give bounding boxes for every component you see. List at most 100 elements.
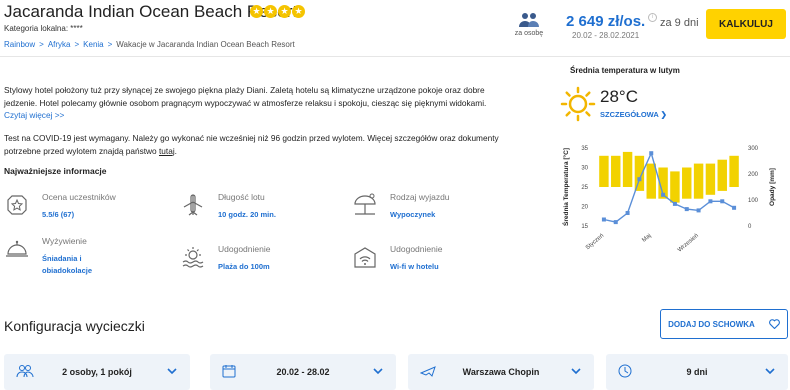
breadcrumb-separator: > [74, 40, 80, 49]
feature-label: Udogodnienie [218, 244, 271, 254]
y-right-tick-label: 0 [748, 224, 752, 230]
star-icon: ★ [264, 5, 277, 18]
weather-details-link[interactable]: SZCZEGÓŁOWA ❯ [600, 110, 667, 119]
food-cloche-icon [6, 240, 28, 257]
covid-info: Test na COVID-19 jest wymagany. Należy g… [4, 132, 514, 157]
chevron-right-icon: ❯ [660, 110, 667, 119]
y-right-tick-label: 300 [748, 146, 759, 152]
filter-travelers[interactable]: 2 osoby, 1 pokój [4, 354, 190, 390]
covid-end: . [174, 145, 177, 156]
add-to-favorites-button[interactable]: DODAJ DO SCHOWKA [660, 309, 788, 339]
temperature-bar [682, 167, 692, 199]
x-tick-label: Maj [641, 233, 652, 244]
precipitation-point [696, 208, 701, 213]
precipitation-point [720, 199, 725, 204]
feature-trip-type: Rodzaj wyjazdu Wypoczynek [352, 192, 522, 228]
filter-dates[interactable]: 20.02 - 28.02 [210, 354, 396, 390]
config-title: Konfiguracja wycieczki [4, 318, 145, 334]
per-person-label: za osobę [514, 30, 544, 37]
feature-flight: Długość lotu 10 godz. 20 min. [180, 192, 350, 228]
filter-departure[interactable]: Warszawa Chopin [408, 354, 594, 390]
covid-link[interactable]: tutaj [159, 146, 175, 156]
y-tick-label: 35 [581, 146, 588, 152]
feature-value: Wi-fi w hotelu [390, 262, 439, 271]
filter-value: 2 osoby, 1 pokój [62, 367, 132, 377]
temperature-bar [729, 155, 739, 187]
info-icon[interactable]: i [648, 13, 658, 22]
beach-umbrella-icon [354, 193, 376, 215]
price: 2 649 zł/os. i [566, 13, 658, 30]
star-icon: ★ [250, 5, 263, 18]
star-icon: ★ [292, 5, 305, 18]
page: Jacaranda Indian Ocean Beach Resort ★ ★ ★ ★… [0, 0, 790, 390]
add-to-favorites-label: DODAJ DO SCHOWKA [668, 319, 755, 329]
breadcrumb-kenia[interactable]: Kenia [83, 40, 103, 49]
star-icon: ★ [278, 5, 291, 18]
temperature-bar [670, 171, 680, 203]
breadcrumb-separator: > [107, 40, 113, 49]
chevron-down-icon [373, 368, 383, 375]
x-tick-label: Wrzesień [677, 233, 700, 254]
heart-icon [768, 319, 780, 329]
chevron-down-icon [765, 368, 775, 375]
read-more-link[interactable]: Czytaj więcej >> [4, 110, 64, 120]
feature-value: 10 godz. 20 min. [218, 210, 276, 219]
y-axis-label: Średnia Temperatura [°C] [561, 148, 570, 226]
filter-value: 20.02 - 28.02 [276, 367, 330, 377]
key-info-title: Najważniejsze informacje [4, 166, 107, 176]
feature-rating: Ocena uczestników 5.5/6 (67) [4, 192, 174, 228]
feature-label: Ocena uczestników [42, 192, 116, 202]
description-text: Stylowy hotel położony tuż przy słynącej… [4, 85, 487, 108]
star-rating: ★ ★ ★ ★ [250, 5, 305, 18]
y-right-tick-label: 200 [748, 172, 759, 178]
y-tick-label: 20 [581, 205, 588, 211]
hotel-category: Kategoria lokalna: **** [4, 24, 83, 33]
feature-label: Rodzaj wyjazdu [390, 192, 450, 202]
precipitation-point [601, 217, 606, 222]
feature-beach: Udogodnienie Plaża do 100m [180, 244, 350, 280]
chevron-down-icon [571, 368, 581, 375]
temperature-bar [693, 163, 704, 199]
feature-value: Wypoczynek [390, 210, 436, 219]
y-tick-label: 25 [581, 185, 588, 191]
temperature-bar [717, 159, 727, 191]
precipitation-point [708, 199, 713, 204]
feature-value: Plaża do 100m [218, 262, 270, 271]
breadcrumb-rainbow[interactable]: Rainbow [4, 40, 35, 49]
temperature-bar [611, 155, 621, 187]
feature-board: Wyżywienie Śniadania i obiadokolacje [4, 236, 174, 278]
y-tick-label: 15 [581, 224, 588, 230]
wifi-icon [354, 247, 376, 268]
feature-value[interactable]: 5.5/6 (67) [42, 209, 74, 221]
beach-sun-icon [182, 247, 204, 268]
breadcrumb-afryka[interactable]: Afryka [48, 40, 71, 49]
feature-wifi: Udogodnienie Wi-fi w hotelu [352, 244, 522, 280]
hotel-description: Stylowy hotel położony tuż przy słynącej… [4, 84, 514, 122]
price-dates: 20.02 - 28.02.2021 [572, 31, 640, 40]
filter-duration[interactable]: 9 dni [606, 354, 788, 390]
precipitation-point [649, 151, 654, 156]
divider [0, 56, 790, 57]
filter-value: Warszawa Chopin [462, 367, 540, 377]
precipitation-point [661, 192, 666, 197]
per-person-toggle[interactable]: za osobę [512, 12, 546, 37]
y-right-tick-label: 100 [748, 198, 759, 204]
precipitation-point [672, 201, 677, 206]
feature-label: Udogodnienie [390, 244, 443, 254]
calculate-button[interactable]: KALKULUJ [706, 9, 786, 39]
people-icon [519, 13, 539, 27]
temperature-bar [622, 151, 633, 187]
chevron-down-icon [167, 368, 177, 375]
feature-label: Wyżywienie [42, 236, 87, 246]
weather-details-label: SZCZEGÓŁOWA [600, 110, 659, 119]
filter-value: 9 dni [686, 367, 708, 377]
precipitation-point [613, 220, 618, 225]
climate-chart: Średnia Temperatura [°C] Opady [mm] 15 20 25… [561, 146, 776, 254]
x-tick-label: Styczeń [585, 233, 605, 251]
weather-title: Średnia temperatura w lutym [570, 66, 680, 75]
breadcrumb-separator: > [39, 40, 44, 49]
avg-temperature: 28°C [600, 87, 638, 106]
covid-text: Test na COVID-19 jest wymagany. Należy g… [4, 133, 499, 156]
price-value: 2 649 zł/os. [566, 13, 646, 30]
breadcrumb: Rainbow > Afryka > Kenia > Wakacje w Jacaranda… [4, 40, 295, 49]
